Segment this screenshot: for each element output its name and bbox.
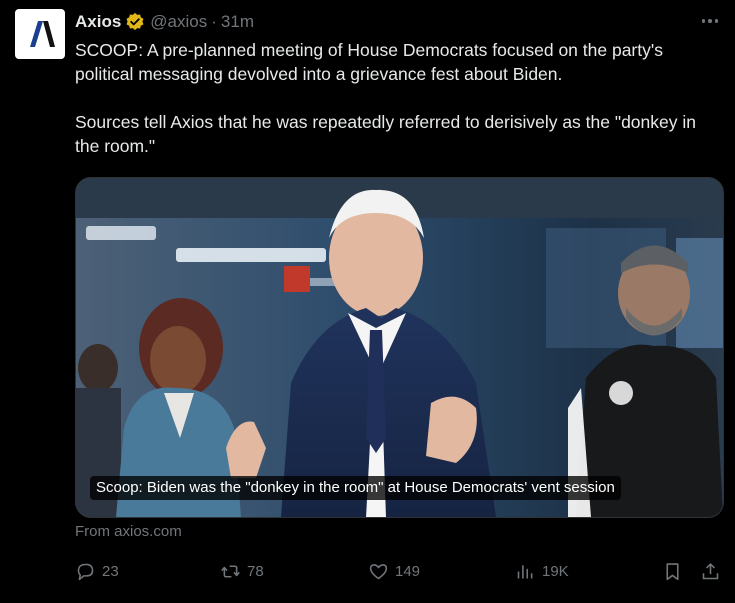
card-photo (76, 178, 723, 517)
tweet-paragraph: Sources tell Axios that he was repeatedl… (75, 112, 696, 156)
author-handle[interactable]: @axios (150, 12, 207, 32)
reply-count: 23 (102, 562, 119, 580)
avatar[interactable] (15, 9, 65, 59)
repost-button[interactable]: 78 (220, 559, 264, 583)
axios-logo-icon (30, 21, 55, 47)
tweet-header: Axios @axios · 31m (75, 10, 254, 34)
repost-count: 78 (247, 562, 264, 580)
tweet-paragraph: SCOOP: A pre-planned meeting of House De… (75, 40, 663, 84)
link-card[interactable]: Scoop: Biden was the "donkey in the room… (75, 177, 724, 518)
header-separator: · (211, 12, 217, 31)
reply-button[interactable]: 23 (75, 559, 119, 583)
action-bar: 23 78 149 19K (75, 559, 725, 583)
bookmark-button[interactable] (662, 559, 683, 583)
tweet[interactable]: Axios @axios · 31m SCOOP: A pre-planned … (0, 0, 735, 603)
like-count: 149 (395, 562, 421, 580)
verified-badge-icon (125, 12, 145, 32)
share-button[interactable] (700, 559, 721, 583)
views-count: 19K (542, 562, 569, 580)
heart-icon (369, 563, 388, 579)
author-name[interactable]: Axios (75, 12, 121, 32)
repost-arrows-icon (221, 564, 240, 578)
tweet-text: SCOOP: A pre-planned meeting of House De… (75, 38, 715, 158)
views-button[interactable]: 19K (515, 559, 569, 583)
more-dots-icon[interactable] (699, 12, 721, 30)
card-source[interactable]: From axios.com (75, 523, 182, 540)
views-bars-icon (517, 564, 533, 578)
card-headline: Scoop: Biden was the "donkey in the room… (90, 476, 621, 500)
bookmark-icon (666, 562, 679, 580)
share-upload-icon (702, 562, 719, 579)
like-button[interactable]: 149 (368, 559, 420, 583)
reply-bubble-icon (77, 563, 94, 580)
tweet-timestamp[interactable]: 31m (221, 12, 254, 32)
